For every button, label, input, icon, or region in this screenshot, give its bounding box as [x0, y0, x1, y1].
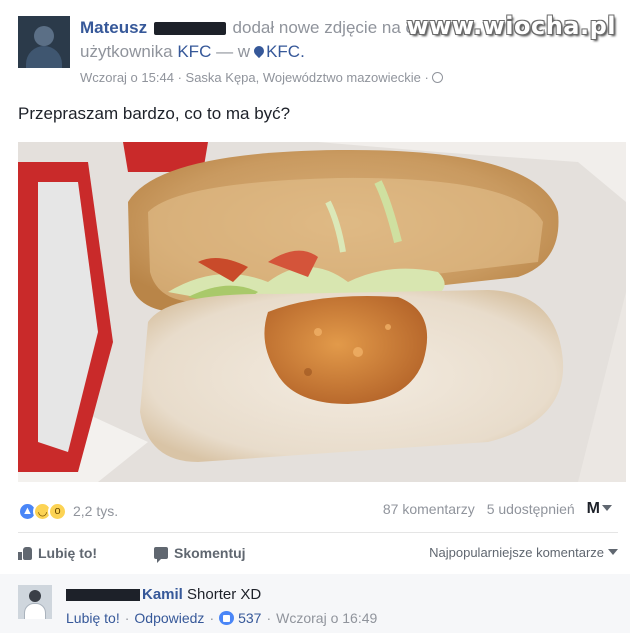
post-photo[interactable]: [18, 142, 626, 482]
meta-dot-2: ·: [424, 70, 429, 85]
chevron-down-icon: [608, 549, 618, 555]
sep: ·: [266, 610, 272, 626]
post-meta: Wczoraj o 15:44 · Saska Kępa, Województw…: [80, 70, 444, 85]
commenter-avatar[interactable]: [18, 585, 52, 619]
avatar-body: [26, 46, 62, 68]
line2-separator: — w: [216, 42, 251, 61]
comment-like-count[interactable]: 537: [238, 610, 261, 626]
comment-button-label: Skomentuj: [174, 545, 246, 561]
avatar-body: [24, 603, 46, 619]
post-timestamp[interactable]: Wczoraj o 15:44: [80, 70, 174, 85]
wow-icon: o: [48, 501, 67, 521]
facebook-post: Mateusz dodał nowe zdjęcie na osi cz uży…: [0, 0, 630, 633]
like-count-icon: [219, 611, 235, 625]
page-logo-icon: M: [586, 500, 600, 517]
meta-dot: ·: [177, 70, 182, 85]
redacted-commenter-name: [66, 589, 140, 602]
post-location[interactable]: Saska Kępa, Województwo mazowieckie: [186, 70, 421, 85]
comment-bubble-icon: [154, 547, 168, 563]
comment-sort-dropdown[interactable]: Najpopularniejsze komentarze: [429, 545, 618, 560]
comment-like-link[interactable]: Lubię to!: [66, 610, 120, 626]
author-name[interactable]: Mateusz: [80, 18, 147, 37]
comment-timestamp[interactable]: Wczoraj o 16:49: [276, 610, 377, 626]
comment-reply-link[interactable]: Odpowiedz: [134, 610, 204, 626]
reactions-summary[interactable]: ▲ ◡ o 2,2 tys.: [18, 500, 118, 522]
post-caption: Przepraszam bardzo, co to ma być?: [18, 104, 291, 123]
comments-count[interactable]: 87 komentarzy: [383, 501, 475, 517]
commenter-name[interactable]: Kamil: [142, 586, 183, 603]
avatar-head: [34, 26, 54, 46]
avatar-head: [29, 590, 41, 602]
post-actions: Lubię to! Skomentuj Najpopularniejsze ko…: [18, 544, 618, 566]
location-pin-icon: [252, 43, 267, 59]
comment-sort-label: Najpopularniejsze komentarze: [429, 545, 604, 560]
place-link[interactable]: KFC.: [266, 42, 305, 61]
author-avatar[interactable]: [18, 16, 70, 68]
shares-count[interactable]: 5 udostępnień: [487, 501, 575, 517]
redacted-surname: [153, 22, 226, 36]
sep: ·: [209, 610, 215, 626]
divider: [18, 532, 618, 533]
sep: ·: [124, 610, 130, 626]
globe-icon: [432, 72, 444, 83]
comment-button[interactable]: Skomentuj: [154, 545, 246, 563]
sandwich-photo-illustration: [18, 142, 626, 482]
comment-body: Kamil Shorter XD: [66, 586, 261, 603]
reactions-count: 2,2 tys.: [73, 503, 119, 519]
post-header-line1: Mateusz dodał nowe zdjęcie na osi cz: [80, 18, 449, 38]
line2-prefix: użytkownika: [80, 42, 173, 61]
post-header-line2: użytkownika KFC — w KFC.: [80, 42, 305, 62]
thumbs-up-icon: [18, 546, 32, 560]
share-as-selector[interactable]: M: [587, 500, 612, 518]
page-link[interactable]: KFC: [177, 42, 211, 61]
chevron-down-icon: [602, 505, 612, 511]
comment-actions: Lubię to! · Odpowiedz · 537 · Wczoraj o …: [66, 610, 377, 626]
site-watermark: www.wiocha.pl: [406, 12, 616, 40]
post-counts: 87 komentarzy 5 udostępnień M: [383, 500, 612, 518]
like-button[interactable]: Lubię to!: [18, 545, 97, 561]
comment-text: Shorter XD: [187, 586, 262, 603]
like-button-label: Lubię to!: [38, 545, 98, 561]
